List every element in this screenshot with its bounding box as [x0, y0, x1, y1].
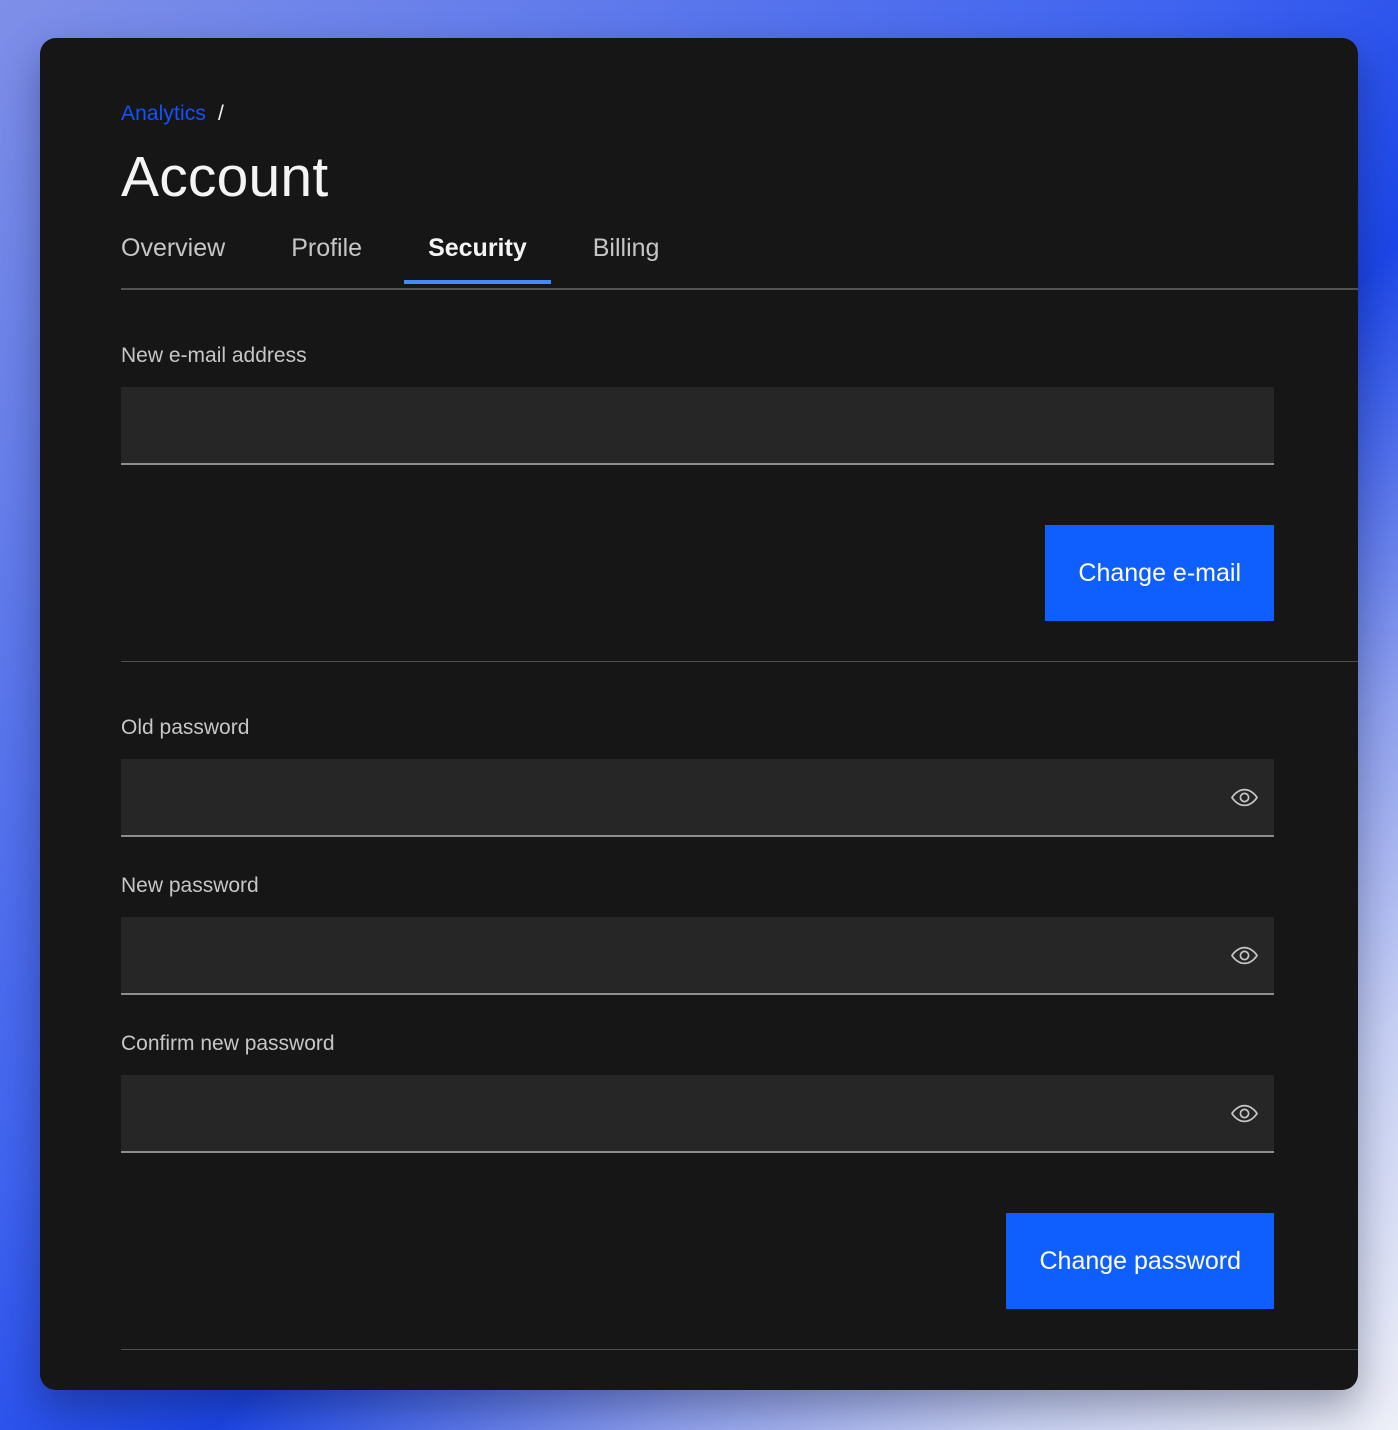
- old-password-input[interactable]: [121, 759, 1274, 835]
- confirm-password-field-group: Confirm new password: [121, 1030, 1318, 1153]
- breadcrumb: Analytics /: [121, 100, 1318, 128]
- page-title: Account: [121, 145, 329, 209]
- change-email-button[interactable]: Change e-mail: [1045, 525, 1274, 621]
- old-password-label: Old password: [121, 716, 250, 739]
- new-password-label: New password: [121, 874, 259, 897]
- tab-billing-label: Billing: [592, 234, 660, 262]
- confirm-password-input-wrapper[interactable]: [121, 1075, 1274, 1153]
- tab-billing[interactable]: Billing: [593, 232, 660, 284]
- tab-overview-label: Overview: [121, 234, 226, 262]
- confirm-password-label: Confirm new password: [121, 1032, 335, 1055]
- new-email-input[interactable]: [121, 387, 1274, 463]
- section-divider-2: [121, 1349, 1358, 1350]
- tab-overview-underline: [97, 280, 249, 284]
- confirm-password-input[interactable]: [121, 1075, 1274, 1151]
- eye-icon: [1230, 788, 1258, 807]
- change-password-section: Old password New password Confirm new pa…: [121, 662, 1358, 1350]
- confirm-password-reveal-button[interactable]: [1214, 1075, 1274, 1151]
- tab-overview[interactable]: Overview: [121, 232, 225, 284]
- tab-security[interactable]: Security: [404, 232, 551, 284]
- account-settings-card: Analytics / Account Overview Profile Sec…: [40, 38, 1358, 1390]
- new-password-reveal-button[interactable]: [1214, 917, 1274, 993]
- eye-icon: [1230, 1104, 1258, 1123]
- new-email-field-group: New e-mail address: [121, 342, 1318, 465]
- old-password-reveal-button[interactable]: [1214, 759, 1274, 835]
- change-email-button-row: Change e-mail: [121, 525, 1274, 621]
- tab-profile[interactable]: Profile: [291, 232, 362, 284]
- eye-icon: [1230, 946, 1258, 965]
- tab-bar-rule: [121, 288, 1358, 290]
- tab-security-label: Security: [428, 234, 527, 262]
- breadcrumb-separator: /: [217, 102, 224, 125]
- old-password-field-group: Old password: [121, 714, 1318, 837]
- new-email-label: New e-mail address: [121, 344, 307, 367]
- tab-profile-underline: [267, 280, 386, 284]
- card-content: Analytics / Account Overview Profile Sec…: [40, 38, 1358, 1390]
- new-email-input-wrapper[interactable]: [121, 387, 1274, 465]
- old-password-input-wrapper[interactable]: [121, 759, 1274, 837]
- new-password-input-wrapper[interactable]: [121, 917, 1274, 995]
- new-password-field-group: New password: [121, 872, 1318, 995]
- change-password-button-row: Change password: [121, 1213, 1274, 1309]
- tab-security-underline: [404, 280, 551, 284]
- tab-billing-underline: [569, 280, 684, 284]
- tab-bar: Overview Profile Security Billing: [121, 232, 1358, 290]
- breadcrumb-link-analytics[interactable]: Analytics: [121, 100, 206, 128]
- new-password-input[interactable]: [121, 917, 1274, 993]
- change-password-button[interactable]: Change password: [1006, 1213, 1274, 1309]
- tab-profile-label: Profile: [291, 234, 363, 262]
- change-email-section: New e-mail address Change e-mail: [121, 290, 1358, 662]
